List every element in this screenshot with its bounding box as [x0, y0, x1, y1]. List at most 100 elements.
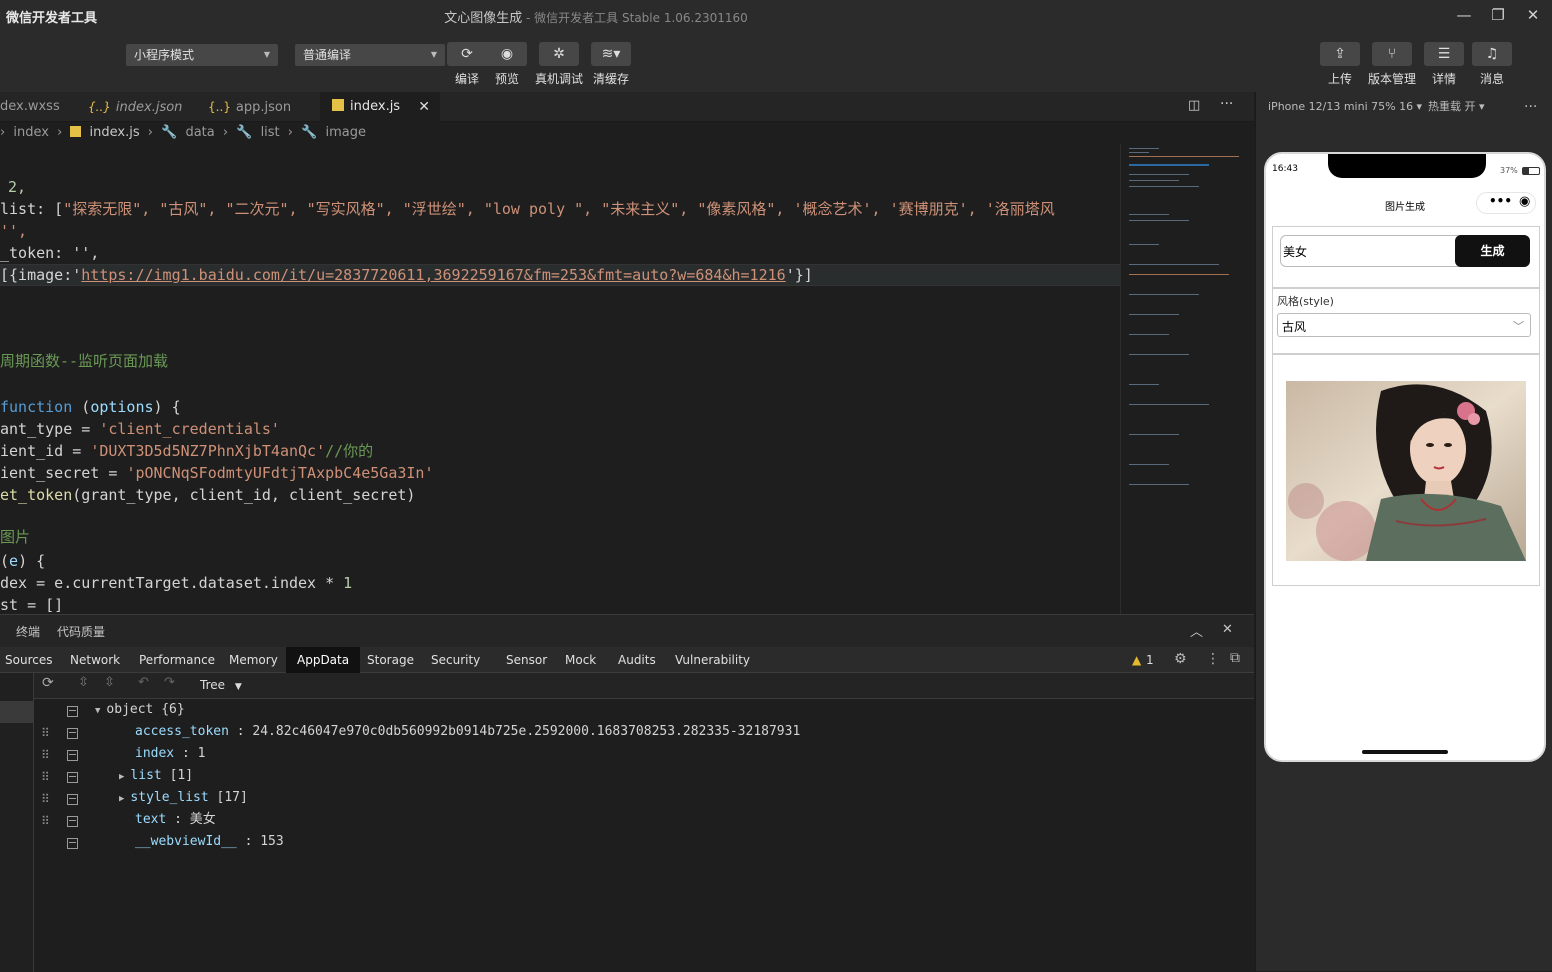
tab-app-json[interactable]: {..} app.json: [208, 92, 318, 122]
upload-icon: ⇪: [1334, 46, 1346, 62]
clear-cache-button[interactable]: ≋▾: [591, 42, 631, 66]
tab-sensor[interactable]: Sensor: [495, 647, 558, 673]
preview-label[interactable]: 预览: [477, 70, 537, 87]
tab-terminal[interactable]: 终端: [16, 623, 40, 640]
split-editor-icon[interactable]: ◫: [1188, 98, 1200, 113]
row-checkbox[interactable]: [67, 838, 78, 849]
warning-icon[interactable]: ▲: [1132, 653, 1141, 667]
row-checkbox[interactable]: [67, 728, 78, 739]
breadcrumb-file[interactable]: index.js: [90, 125, 140, 140]
upload-button[interactable]: ⇪: [1320, 42, 1360, 66]
remote-debug-label[interactable]: 真机调试: [529, 70, 589, 87]
hot-reload-select[interactable]: 热重载 开 ▾: [1428, 92, 1485, 122]
clear-cache-label[interactable]: 清缓存: [581, 70, 641, 87]
drag-handle-icon[interactable]: ⠿: [41, 792, 50, 806]
tab-mock[interactable]: Mock: [554, 647, 607, 673]
expand-icon[interactable]: ⇳: [78, 675, 89, 690]
maximize-button[interactable]: ❐: [1486, 5, 1510, 25]
warning-count[interactable]: 1: [1146, 653, 1154, 667]
close-icon[interactable]: ✕: [1222, 622, 1233, 637]
close-window-button[interactable]: ✕: [1521, 5, 1545, 25]
tab-network[interactable]: Network: [59, 647, 131, 673]
row-checkbox[interactable]: [67, 794, 78, 805]
upload-label[interactable]: 上传: [1310, 70, 1370, 87]
breadcrumb-index[interactable]: index: [13, 125, 49, 140]
code-line: st = []: [0, 596, 64, 614]
tab-memory[interactable]: Memory: [218, 647, 289, 673]
drag-handle-icon[interactable]: ⠿: [41, 726, 50, 740]
js-file-icon: [332, 99, 344, 111]
version-button[interactable]: ⑂: [1372, 42, 1412, 66]
tree-row[interactable]: ▶ style_list [17]: [119, 787, 248, 809]
drag-handle-icon[interactable]: ⠿: [41, 814, 50, 828]
tab-code-quality[interactable]: 代码质量: [57, 623, 105, 640]
capsule-menu[interactable]: ••• ◉: [1476, 192, 1536, 214]
row-checkbox[interactable]: [67, 772, 78, 783]
more-icon[interactable]: ···: [1220, 96, 1233, 112]
tree-row[interactable]: __webviewId__ : 153: [135, 831, 284, 853]
tree-root[interactable]: ▼ object {6}: [95, 699, 185, 721]
tab-appdata[interactable]: AppData: [286, 647, 361, 673]
minimap[interactable]: [1120, 144, 1254, 614]
details-button[interactable]: ☰: [1424, 42, 1464, 66]
generated-image-art: [1286, 381, 1526, 561]
eye-icon: ◉: [500, 46, 514, 62]
tab-label: index.json: [115, 100, 183, 115]
redo-icon[interactable]: ↷: [164, 675, 175, 690]
breadcrumb-list[interactable]: list: [261, 125, 280, 140]
drag-handle-icon[interactable]: ⠿: [41, 748, 50, 762]
generate-button[interactable]: 生成: [1455, 235, 1530, 267]
tree-row[interactable]: access_token : 24.82c46047e970c0db560992…: [135, 721, 800, 743]
image-url-link[interactable]: https://img1.baidu.com/it/u=2837720611,3…: [81, 266, 785, 284]
close-miniprogram-icon[interactable]: ◉: [1519, 194, 1530, 209]
row-checkbox[interactable]: [67, 706, 78, 717]
caret-right-icon[interactable]: ▶: [119, 772, 124, 782]
tab-performance[interactable]: Performance: [128, 647, 226, 673]
messages-label[interactable]: 消息: [1462, 70, 1522, 87]
view-mode-select[interactable]: Tree ▼: [200, 678, 242, 692]
tab-audits[interactable]: Audits: [607, 647, 667, 673]
collapse-icon[interactable]: ⇳: [104, 675, 115, 690]
tab-vulnerability[interactable]: Vulnerability: [664, 647, 761, 673]
style-picker-value: 古风: [1282, 320, 1307, 334]
refresh-icon[interactable]: ⟳: [42, 675, 54, 691]
chevron-up-icon[interactable]: ︿: [1190, 621, 1203, 640]
minimize-button[interactable]: —: [1452, 5, 1476, 25]
style-picker[interactable]: 古风 ﹀: [1277, 313, 1531, 337]
row-checkbox[interactable]: [67, 816, 78, 827]
tab-wxss[interactable]: dex.wxss: [0, 92, 78, 122]
breadcrumb-image[interactable]: image: [325, 125, 366, 140]
tree-row[interactable]: text : 美女: [135, 809, 216, 831]
tab-sources[interactable]: Sources: [0, 647, 63, 673]
preview-button[interactable]: ◉: [487, 42, 527, 66]
tab-index-js[interactable]: index.js ✕: [320, 92, 440, 122]
kebab-icon[interactable]: ⋮: [1206, 651, 1220, 667]
compile-select[interactable]: 普通编译 ▼: [295, 44, 445, 66]
tree-row[interactable]: index : 1: [135, 743, 205, 765]
tab-storage[interactable]: Storage: [356, 647, 425, 673]
device-select[interactable]: iPhone 12/13 mini 75% 16 ▾: [1268, 92, 1422, 122]
more-dots-icon[interactable]: •••: [1489, 194, 1512, 208]
more-icon[interactable]: ···: [1524, 92, 1537, 122]
undo-icon[interactable]: ↶: [138, 675, 149, 690]
close-tab-icon[interactable]: ✕: [418, 92, 430, 122]
remote-debug-button[interactable]: ✲: [539, 42, 579, 66]
settings-icon[interactable]: ⚙: [1174, 651, 1187, 667]
mode-select[interactable]: 小程序模式 ▼: [126, 44, 278, 66]
code-editor[interactable]: 2, list: ["探索无限", "古风", "二次元", "写实风格", "…: [0, 144, 1120, 614]
code-line: function (options) {: [0, 398, 181, 416]
drag-handle-icon[interactable]: ⠿: [41, 770, 50, 784]
editor-tabs: dex.wxss {..} index.json {..} app.json ind…: [0, 92, 1254, 122]
row-checkbox[interactable]: [67, 750, 78, 761]
breadcrumb-data[interactable]: data: [185, 125, 214, 140]
code-line: et_token(grant_type, client_id, client_s…: [0, 486, 416, 504]
generated-image[interactable]: [1286, 381, 1526, 561]
messages-button[interactable]: ♫: [1472, 42, 1512, 66]
tree-row[interactable]: ▶ list [1]: [119, 765, 193, 787]
tab-index-json[interactable]: {..} index.json: [88, 92, 198, 122]
tab-security[interactable]: Security: [420, 647, 491, 673]
dock-icon[interactable]: ⧉: [1230, 650, 1240, 666]
version-label[interactable]: 版本管理: [1362, 70, 1422, 87]
caret-right-icon[interactable]: ▶: [119, 794, 124, 804]
title-toolbar: 微信开发者工具 文心图像生成 - 微信开发者工具 Stable 1.06.230…: [0, 0, 1552, 92]
